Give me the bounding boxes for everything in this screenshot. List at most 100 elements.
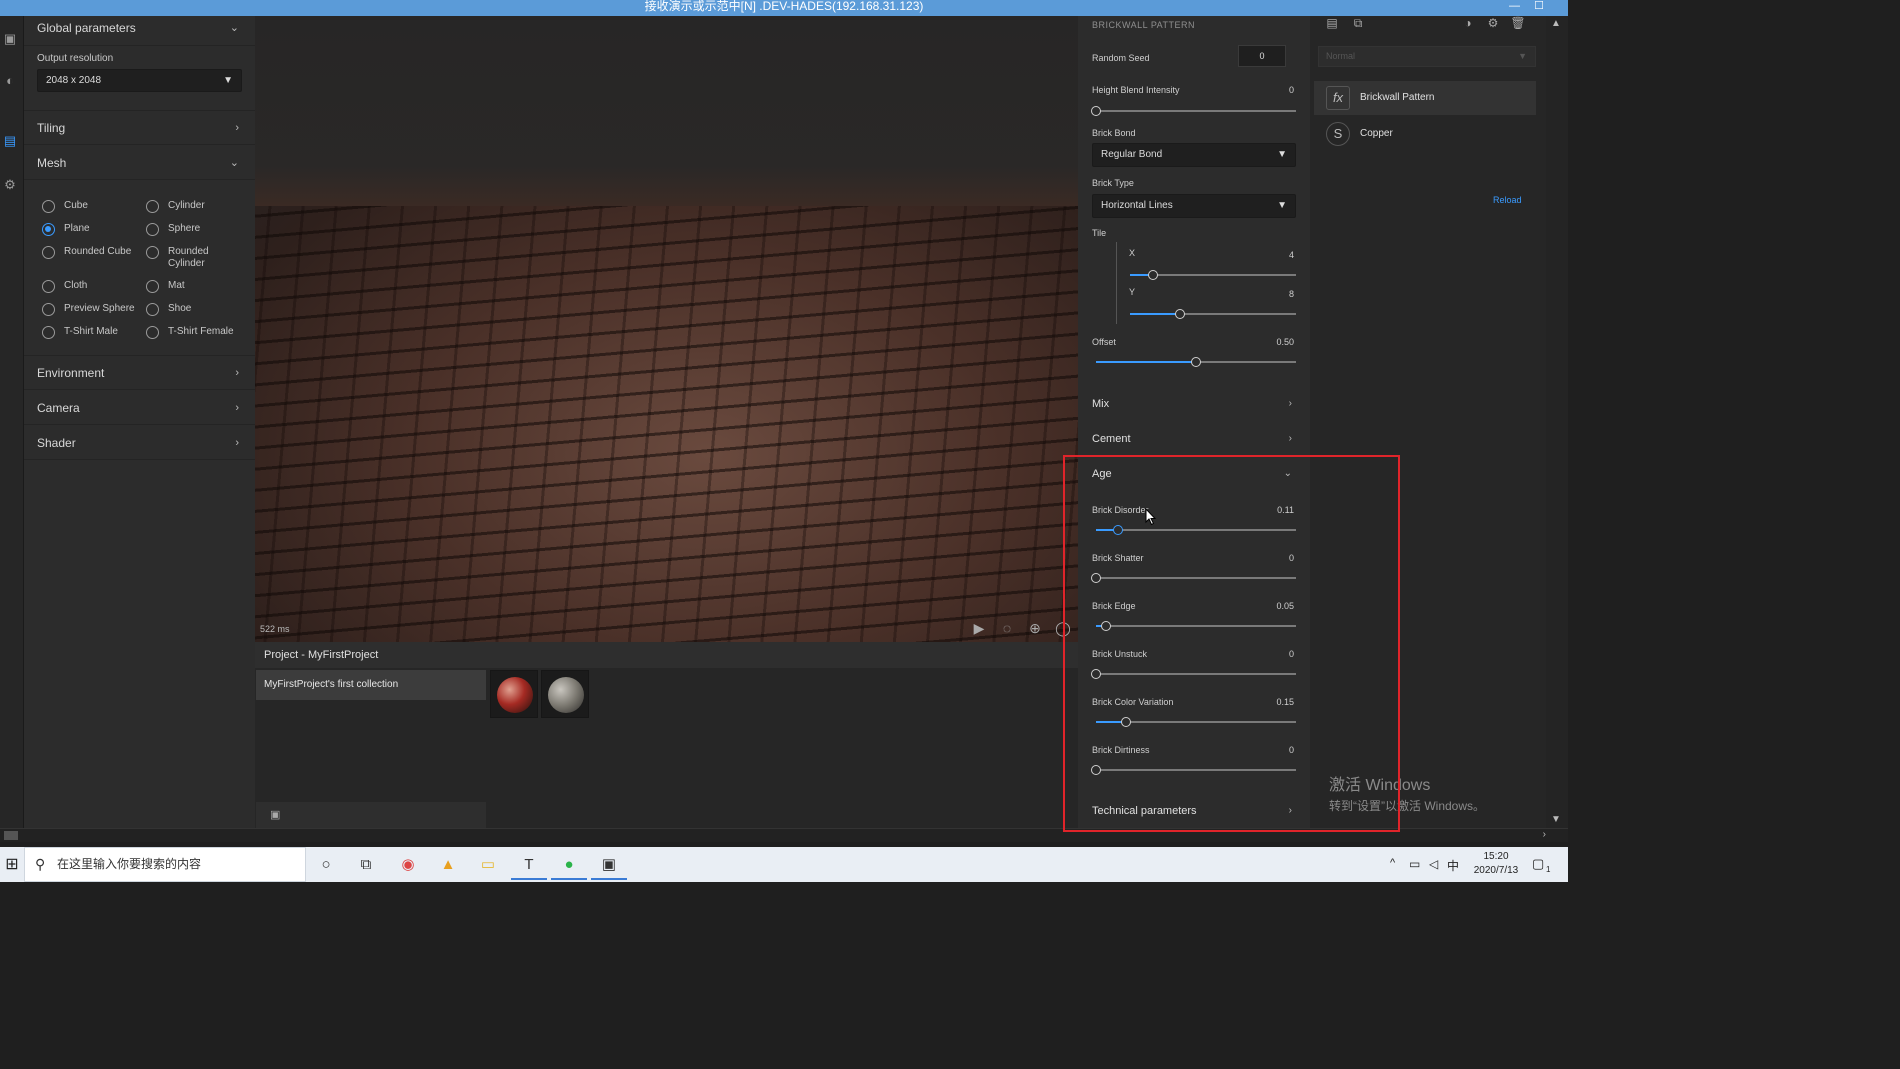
display-settings-icon[interactable]: ▤ [0,130,20,152]
3d-viewport[interactable]: 522 ms ▶ ◌ ⊕ ◯ [255,16,1078,642]
slider-handle[interactable] [1101,621,1111,631]
slider-handle[interactable] [1148,270,1159,280]
random-seed-input[interactable]: 0 [1238,45,1286,67]
slider-track[interactable] [1096,110,1296,112]
chrome-icon[interactable]: ◉ [390,850,426,880]
wechat-icon[interactable]: ● [551,850,587,880]
volume-icon[interactable]: ◁ [1429,857,1438,871]
scroll-up-icon[interactable]: ▲ [1551,18,1561,29]
slider-track[interactable] [1096,577,1296,579]
mesh-header[interactable]: Mesh ⌄ [24,146,255,180]
window-titlebar: 接收演示或示范中[N] .DEV-HADES(192.168.31.123) —… [0,0,1568,16]
vertical-scrollbar[interactable]: ▲ ▼ [1546,16,1568,828]
mesh-option-rounded-cylinder[interactable]: Rounded Cylinder [146,246,241,270]
clock[interactable]: 15:20 2020/7/13 [1470,850,1522,878]
slider-handle[interactable] [1091,669,1101,679]
mesh-option-rounded-cube[interactable]: Rounded Cube [42,246,137,259]
slider-handle[interactable] [1174,309,1185,319]
network-icon[interactable]: ▭ [1409,857,1420,871]
mouse-cursor-icon [1145,508,1157,526]
taskbar-search[interactable]: ⚲ 在这里输入你要搜索的内容 [24,847,306,882]
shading-icon[interactable]: ◯ [1054,620,1072,636]
task-view-icon[interactable]: ⧉ [348,850,384,880]
delete-icon[interactable]: 🗑 [1510,16,1526,32]
reload-link[interactable]: Reload [1493,195,1522,205]
text-editor-icon[interactable]: T [511,850,547,880]
new-folder-icon[interactable]: ▣ [270,808,280,821]
slider-track[interactable] [1130,313,1296,315]
texture-set-icon[interactable]: ▣ [0,28,20,50]
mesh-option-preview-sphere[interactable]: Preview Sphere [42,303,137,316]
app-icon[interactable]: ▲ [430,850,466,880]
add-layer-icon[interactable]: ⧉ [1350,16,1366,32]
minimize-button[interactable]: — [1509,0,1520,13]
camera-icon[interactable]: ▶ [970,620,988,636]
slider-handle[interactable] [1091,765,1101,775]
file-explorer-icon[interactable]: ▭ [470,850,506,880]
global-parameters-header[interactable]: Global parameters ⌄ [24,16,255,46]
slider-track[interactable] [1096,529,1296,531]
collection-item[interactable]: MyFirstProject's first collection [256,670,486,700]
tiling-header[interactable]: Tiling › [24,111,255,145]
properties-panel: BRICKWALL PATTERN Random Seed 0 Height B… [1078,16,1310,828]
height-blend-label: Height Blend Intensity [1092,85,1180,95]
cortana-icon[interactable]: ○ [308,850,344,880]
slider-handle[interactable] [1191,357,1201,367]
add-effect-icon[interactable]: ⚙ [1485,16,1501,32]
maximize-button[interactable]: ☐ [1534,0,1544,13]
radio-icon [42,200,55,213]
scroll-right-icon[interactable]: › [1543,829,1546,840]
layer-item-brickwall[interactable]: fx Brickwall Pattern [1314,81,1536,115]
mesh-option-t-shirt-male[interactable]: T-Shirt Male [42,326,137,339]
mesh-option-plane[interactable]: Plane [42,223,137,236]
tray-expand-icon[interactable]: ^ [1390,857,1395,869]
material-thumbnail[interactable] [490,670,538,718]
radio-icon [146,303,159,316]
slider-track[interactable] [1096,769,1296,771]
environment-header[interactable]: Environment › [24,356,255,390]
mesh-option-cube[interactable]: Cube [42,200,137,213]
technical-parameters-header[interactable]: Technical parameters › [1092,796,1296,826]
blend-mode-select[interactable]: Normal ▼ [1318,46,1536,67]
mesh-option-shoe[interactable]: Shoe [146,303,241,316]
camera-label: Camera [37,401,80,415]
search-settings-icon[interactable]: ⚙ [0,174,20,196]
slider-handle[interactable] [1091,573,1101,583]
remote-desktop-icon[interactable]: ▣ [591,850,627,880]
horizontal-scrollbar[interactable]: › [0,828,1568,842]
mask-icon[interactable]: ◑ [1460,16,1476,32]
mesh-option-cylinder[interactable]: Cylinder [146,200,241,213]
slider-handle[interactable] [1121,717,1131,727]
shader-header[interactable]: Shader › [24,426,255,460]
age-header[interactable]: Age ⌄ [1092,459,1296,489]
grid-icon[interactable]: ⊕ [1026,620,1044,636]
mesh-option-mat[interactable]: Mat [146,280,241,293]
mix-header[interactable]: Mix › [1092,389,1296,419]
mesh-option-sphere[interactable]: Sphere [146,223,241,236]
layer-item-copper[interactable]: S Copper [1314,117,1536,151]
brick-bond-select[interactable]: Regular Bond ▼ [1092,143,1296,167]
mesh-option-t-shirt-female[interactable]: T-Shirt Female [146,326,241,339]
scroll-thumb[interactable] [4,831,18,840]
material-thumbnail[interactable] [541,670,589,718]
ime-indicator[interactable]: 中 [1447,857,1459,874]
chevron-right-icon: › [235,437,239,449]
slider-track[interactable] [1096,673,1296,675]
environment-icon[interactable]: ◌ [998,620,1016,636]
camera-header[interactable]: Camera › [24,391,255,425]
slider-handle[interactable] [1113,525,1123,535]
slider-track[interactable] [1096,625,1296,627]
windows-start-icon[interactable]: ⊞ [0,847,24,882]
window-title: 接收演示或示范中[N] .DEV-HADES(192.168.31.123) [644,0,924,13]
save-icon[interactable]: ▤ [1324,16,1340,32]
notification-icon[interactable]: ▢ [1532,856,1544,872]
brick-type-select[interactable]: Horizontal Lines ▼ [1092,194,1296,218]
mesh-option-cloth[interactable]: Cloth [42,280,137,293]
scroll-down-icon[interactable]: ▼ [1551,814,1561,825]
output-resolution-select[interactable]: 2048 x 2048 ▼ [37,69,242,92]
cement-header[interactable]: Cement › [1092,424,1296,454]
slider-handle[interactable] [1091,106,1101,116]
material-icon[interactable]: ◐ [0,70,20,92]
chevron-right-icon: › [1288,433,1292,444]
mesh-option-label: T-Shirt Male [64,326,118,337]
